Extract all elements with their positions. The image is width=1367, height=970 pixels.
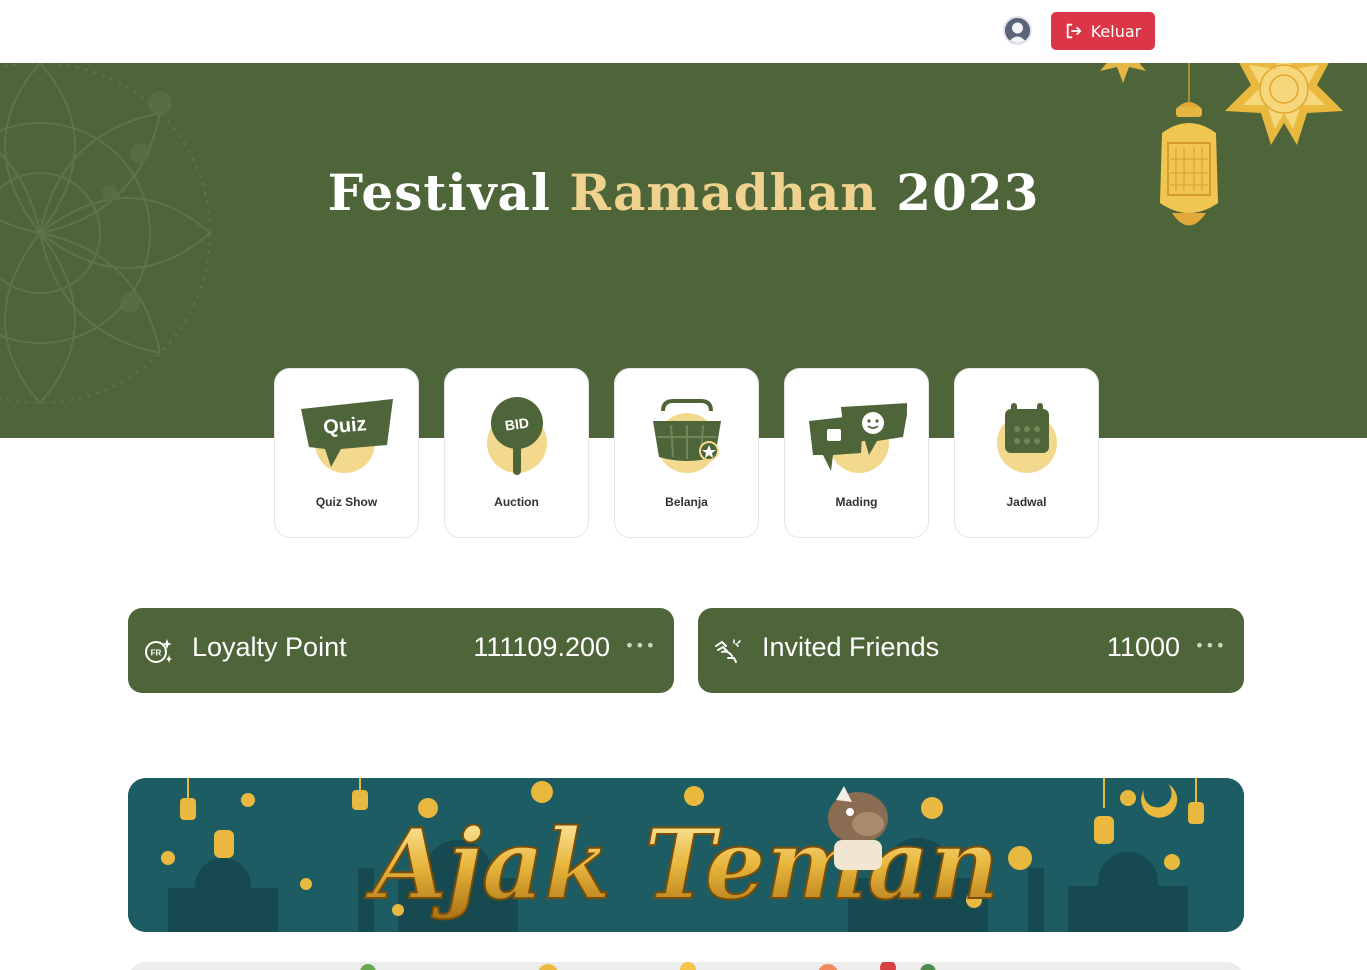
menu-card-quiz-show[interactable]: Quiz Quiz Show [274,368,419,538]
loyalty-point-label: Loyalty Point [192,632,347,662]
invited-friends-value: 11000 [1106,632,1180,662]
auction-icon-text: BID [503,414,529,433]
promo-banner-artwork [128,962,1244,970]
menu-label-jadwal: Jadwal [1006,495,1047,509]
menu-card-mading[interactable]: Mading [784,368,929,538]
more-options-icon[interactable]: ••• [625,636,656,655]
more-options-icon[interactable]: ••• [1195,636,1226,655]
invite-friends-banner[interactable]: Ajak Teman [128,778,1244,932]
lantern-ornament-icon [1160,63,1218,226]
loyalty-point-card[interactable]: FR Loyalty Point 111109.200 ••• [128,608,674,693]
invited-friends-label: Invited Friends [762,632,940,662]
menu-label-mading: Mading [835,495,878,509]
star-ornament-icon [1100,63,1146,83]
title-word-festival: Festival [327,163,551,222]
auction-paddle-icon: BID [486,397,547,475]
title-year: 2023 [896,163,1040,222]
top-navbar: Keluar [0,0,1367,63]
menu-label-belanja: Belanja [665,495,708,509]
menu-card-auction[interactable]: BID Auction [444,368,589,538]
menu-card-belanja[interactable]: Belanja [614,368,759,538]
promo-banner-partial[interactable] [128,962,1244,970]
logout-button[interactable]: Keluar [1051,12,1155,50]
invite-friends-icon [715,639,741,663]
loyalty-point-value: 111109.200 [473,632,610,662]
menu-label-auction: Auction [494,495,539,509]
shopping-basket-icon [652,399,721,473]
calendar-icon [996,403,1057,473]
menu-card-jadwal[interactable]: Jadwal [954,368,1099,538]
title-word-ramadhan: Ramadhan [569,163,878,222]
quiz-icon: Quiz [300,399,393,473]
logout-label: Keluar [1090,21,1142,41]
invited-friends-card[interactable]: Invited Friends 11000 ••• [698,608,1244,693]
message-board-icon [808,403,907,473]
festival-page: Keluar Festival Ramadhan 2023 Quiz Quiz … [0,0,1367,970]
banner-artwork: Ajak Teman [128,778,1244,932]
loyalty-point-icon: FR [145,639,172,663]
loyalty-icon-text: FR [151,649,162,658]
user-avatar-icon[interactable] [1003,16,1032,45]
banner-title: Ajak Teman [365,808,999,921]
menu-label-quiz-show: Quiz Show [315,495,378,509]
logout-icon [1066,23,1081,39]
star-ornament-icon [1225,63,1343,145]
feature-menu: Quiz Quiz Show BID Auction Belanja Madin… [274,368,1099,538]
quiz-icon-text: Quiz [322,413,367,439]
